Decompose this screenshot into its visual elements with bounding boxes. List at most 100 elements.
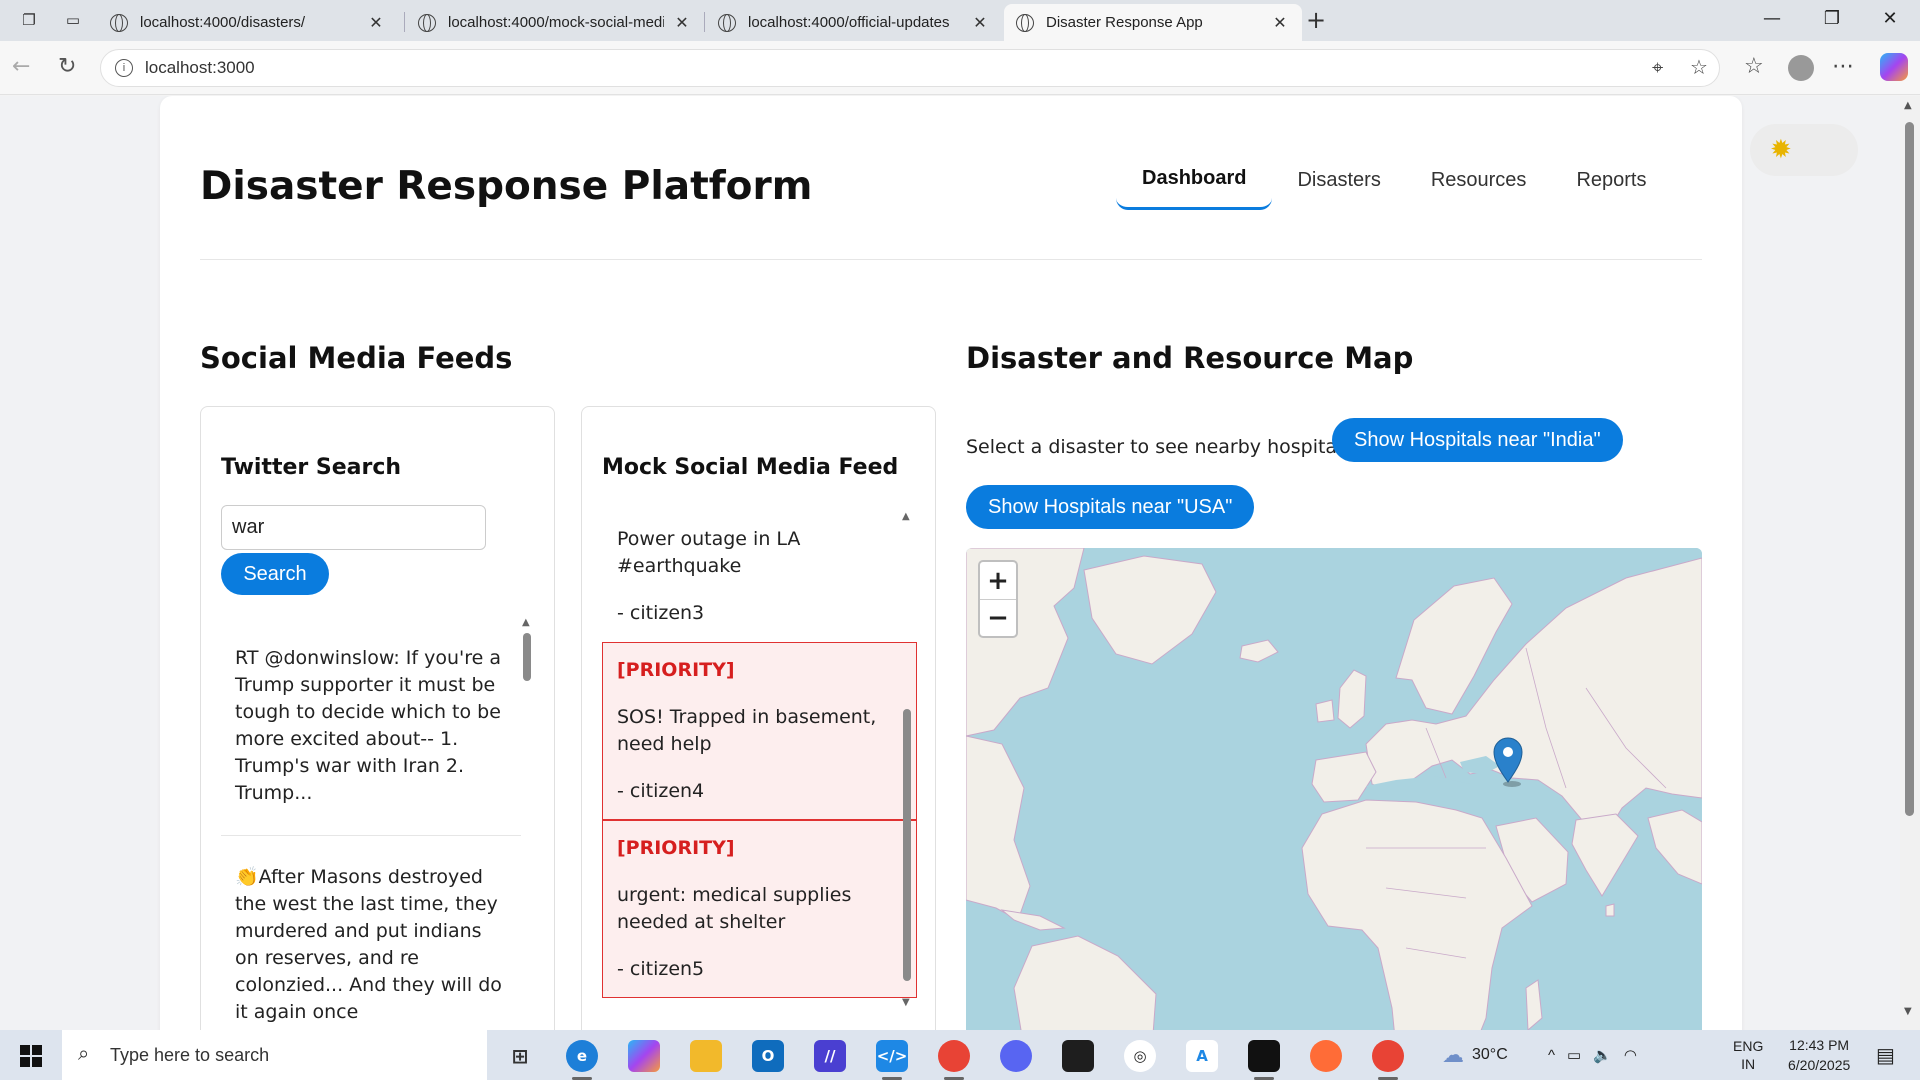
restore-icon[interactable]: ❐ [1812,8,1852,29]
post-author: - citizen4 [617,780,705,802]
clock[interactable]: 12:43 PM 6/20/2025 [1788,1030,1850,1080]
nav-resources[interactable]: Resources [1406,150,1552,210]
clock-time: 12:43 PM [1789,1037,1850,1053]
site-info-icon[interactable]: i [115,59,133,77]
show-hospitals-usa-button[interactable]: Show Hospitals near "USA" [966,485,1255,529]
tweet-list-scrollbar[interactable]: ▲ [520,617,534,1030]
chrome-profile-icon[interactable] [1372,1040,1404,1080]
theme-toggle[interactable]: ✹ [1750,124,1858,176]
post-text: SOS! Trapped in basement, need help [617,706,877,755]
weather-widget[interactable]: ☁ 30°C [1442,1030,1508,1080]
map-zoom-control: + − [978,560,1018,638]
copilot-icon[interactable] [1880,53,1908,81]
browser-tab-disasters[interactable]: localhost:4000/disasters/ ✕ [98,4,398,41]
scroll-thumb[interactable] [523,633,531,681]
show-hospitals-india-button[interactable]: Show Hospitals near "India" [1332,418,1623,462]
post-author: - citizen5 [617,958,705,980]
scroll-up-icon[interactable]: ▲ [902,511,910,522]
favorite-star-icon[interactable]: ☆ [1690,55,1708,79]
scroll-up-icon[interactable]: ▲ [1904,100,1912,111]
globe-icon [1016,13,1034,32]
clock-date: 6/20/2025 [1788,1057,1851,1073]
scroll-down-icon[interactable]: ▼ [902,997,910,1008]
disaster-map[interactable]: + − [966,548,1702,1030]
location-icon[interactable]: ⌖ [1652,55,1663,79]
favorites-icon[interactable]: ☆ [1744,54,1764,79]
taskbar-search-placeholder: Type here to search [110,1044,270,1065]
edge-icon[interactable]: e [566,1040,598,1080]
chrome-icon[interactable] [938,1040,970,1080]
start-windows-icon[interactable] [20,1045,42,1067]
postman-icon[interactable] [1310,1040,1342,1072]
figma-icon[interactable] [1062,1040,1094,1072]
lang-code: ENG [1733,1038,1764,1054]
taskbar-search[interactable]: ⌕ Type here to search [62,1030,487,1080]
dev-app-icon[interactable]: // [814,1040,846,1072]
url-text: localhost:3000 [145,58,255,77]
discord-icon[interactable] [1000,1040,1032,1072]
reload-icon[interactable]: ↻ [58,54,76,79]
nav-dashboard[interactable]: Dashboard [1116,150,1273,210]
twitter-search-panel: Twitter Search war Search RT @donwinslow… [200,406,555,1030]
priority-tag: [PRIORITY] [617,659,735,681]
close-tab-icon[interactable]: ✕ [672,13,692,33]
close-tab-icon[interactable]: ✕ [970,13,990,33]
browser-tab-disaster-response[interactable]: Disaster Response App ✕ [1004,4,1302,41]
new-tab-icon[interactable]: + [1306,6,1326,34]
close-tab-icon[interactable]: ✕ [366,13,386,33]
zoom-in-button[interactable]: + [980,562,1016,599]
scroll-up-icon[interactable]: ▲ [522,617,530,628]
chevron-up-icon[interactable]: ^ [1548,1047,1555,1064]
search-icon: ⌕ [78,1043,90,1065]
zoom-out-button[interactable]: − [980,599,1016,636]
priority-tag: [PRIORITY] [617,837,735,859]
language-indicator[interactable]: ENG IN [1733,1030,1763,1080]
nav-disasters[interactable]: Disasters [1272,150,1405,210]
globe-icon [718,13,736,32]
mock-feed-panel: Mock Social Media Feed Power outage in L… [581,406,936,1030]
page-scrollbar[interactable]: ▲ ▼ [1900,96,1920,1030]
scroll-thumb[interactable] [1905,122,1914,816]
tweet-list: RT @donwinslow: If you're a Trump suppor… [221,617,521,1030]
main-nav: Dashboard Disasters Resources Reports [1116,150,1671,210]
terminal-app-icon[interactable] [1248,1040,1280,1080]
wifi-icon[interactable]: ◠ [1624,1046,1637,1064]
scroll-thumb[interactable] [903,709,911,981]
feed-post-priority: [PRIORITY] urgent: medical supplies need… [602,820,917,998]
map-tiles[interactable] [966,548,1702,1030]
search-button[interactable]: Search [221,553,329,595]
window-close-icon[interactable]: ✕ [1870,8,1910,29]
github-icon[interactable]: ◎ [1124,1040,1156,1072]
url-field[interactable]: i localhost:3000 [100,49,1720,87]
speaker-icon[interactable]: 🔈 [1593,1046,1612,1064]
task-view-icon[interactable]: ⊞ [504,1040,536,1072]
close-tab-icon[interactable]: ✕ [1270,13,1290,33]
twitter-search-heading: Twitter Search [221,455,402,480]
copilot-app-icon[interactable] [628,1040,660,1072]
feed-post: Power outage in LA #earthquake - citizen… [602,511,917,642]
mock-feed-scrollbar[interactable]: ▲ ▼ [900,511,914,1011]
taskbar: ⌕ Type here to search ⊞ e O // </> ◎ A ☁… [0,1030,1920,1080]
tab-title: localhost:4000/disasters/ [140,14,306,31]
globe-icon [418,13,436,32]
minimize-icon[interactable]: — [1752,8,1792,29]
scroll-down-icon[interactable]: ▼ [1904,1006,1912,1017]
map-heading: Disaster and Resource Map [966,341,1414,375]
post-text: Power outage in LA #earthquake [617,528,801,577]
workspaces-icon[interactable]: ❐ [18,9,40,31]
browser-tab-mock-social[interactable]: localhost:4000/mock-social-media ✕ [406,4,704,41]
browser-tab-official-updates[interactable]: localhost:4000/official-updates ✕ [706,4,1002,41]
profile-avatar[interactable] [1788,55,1814,81]
back-icon[interactable]: ← [12,54,30,79]
twitter-search-input[interactable]: war [221,505,486,550]
battery-icon[interactable]: ▭ [1567,1046,1581,1064]
more-options-icon[interactable]: ⋯ [1832,54,1854,79]
vscode-icon[interactable]: </> [876,1040,908,1080]
app-a-icon[interactable]: A [1186,1040,1218,1072]
tab-actions-icon[interactable]: ▭ [62,9,84,31]
header-divider [200,259,1702,260]
nav-reports[interactable]: Reports [1551,150,1671,210]
file-explorer-icon[interactable] [690,1040,722,1072]
outlook-icon[interactable]: O [752,1040,784,1072]
notifications-icon[interactable]: ▤ [1876,1030,1895,1080]
